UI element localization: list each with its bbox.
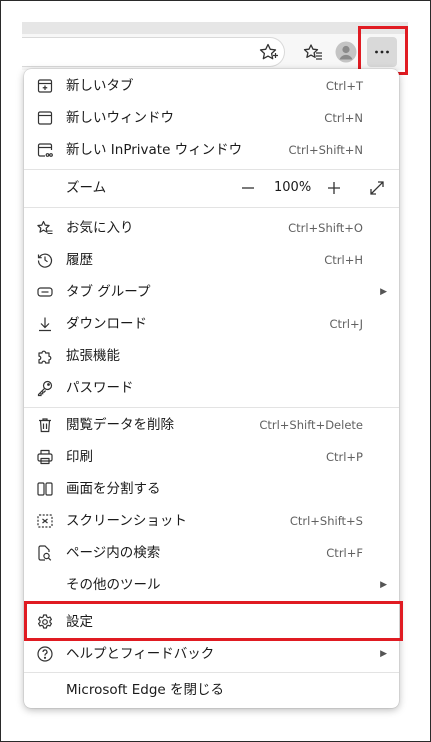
split-screen-label: 画面を分割する xyxy=(66,481,161,497)
find-on-page-shortcut: Ctrl+F xyxy=(326,546,363,560)
help-question-icon xyxy=(36,645,54,663)
extensions-puzzle-icon xyxy=(36,347,54,365)
new-inprivate-label: 新しい InPrivate ウィンドウ xyxy=(66,142,243,158)
new-window-icon xyxy=(36,109,54,127)
downloads-label: ダウンロード xyxy=(66,316,147,332)
menu-item-tab-groups[interactable]: タブ グループ ▶ xyxy=(24,276,399,308)
menu-divider xyxy=(24,602,399,603)
settings-and-more-menu: 新しいタブ Ctrl+T 新しいウィンドウ Ctrl+N 新しい InPriva… xyxy=(24,69,399,708)
zoom-label: ズーム xyxy=(66,180,107,196)
favorites-star-icon xyxy=(36,219,54,237)
menu-item-downloads[interactable]: ダウンロード Ctrl+J xyxy=(24,308,399,340)
screenshot-label: スクリーンショット xyxy=(66,513,187,529)
menu-item-split-screen[interactable]: 画面を分割する xyxy=(24,473,399,505)
settings-label: 設定 xyxy=(66,614,93,630)
menu-item-screenshot[interactable]: スクリーンショット Ctrl+Shift+S xyxy=(24,505,399,537)
menu-item-clear-browsing-data[interactable]: 閲覧データを削除 Ctrl+Shift+Delete xyxy=(24,409,399,441)
menu-item-settings[interactable]: 設定 xyxy=(24,606,399,638)
new-tab-icon xyxy=(36,77,54,95)
menu-item-new-window[interactable]: 新しいウィンドウ Ctrl+N xyxy=(24,102,399,134)
submenu-arrow-icon: ▶ xyxy=(380,649,387,659)
screenshot-shortcut: Ctrl+Shift+S xyxy=(289,514,363,528)
find-on-page-label: ページ内の検索 xyxy=(66,545,161,561)
profile-avatar-icon[interactable] xyxy=(334,40,358,64)
menu-item-more-tools[interactable]: その他のツール ▶ xyxy=(24,569,399,601)
extensions-label: 拡張機能 xyxy=(66,348,120,364)
history-label: 履歴 xyxy=(66,252,93,268)
download-icon xyxy=(36,315,54,333)
print-shortcut: Ctrl+P xyxy=(325,450,363,464)
submenu-arrow-icon: ▶ xyxy=(380,580,387,590)
zoom-in-button[interactable] xyxy=(324,178,344,198)
more-tools-label: その他のツール xyxy=(66,577,161,593)
trash-icon xyxy=(36,416,54,434)
menu-item-passwords[interactable]: パスワード xyxy=(24,372,399,404)
new-tab-label: 新しいタブ xyxy=(66,78,134,94)
printer-icon xyxy=(36,448,54,466)
menu-divider xyxy=(24,207,399,208)
more-horizontal-icon xyxy=(375,50,389,54)
tab-groups-icon xyxy=(36,283,54,301)
split-screen-icon xyxy=(36,480,54,498)
menu-item-zoom: ズーム 100% xyxy=(24,169,399,207)
menu-item-history[interactable]: 履歴 Ctrl+H xyxy=(24,244,399,276)
new-window-shortcut: Ctrl+N xyxy=(324,111,363,125)
history-shortcut: Ctrl+H xyxy=(324,253,363,267)
clear-browsing-data-shortcut: Ctrl+Shift+Delete xyxy=(259,418,363,432)
new-tab-shortcut: Ctrl+T xyxy=(325,79,363,93)
print-label: 印刷 xyxy=(66,449,93,465)
menu-item-find-on-page[interactable]: ページ内の検索 Ctrl+F xyxy=(24,537,399,569)
favorites-label: お気に入り xyxy=(66,220,134,236)
menu-item-extensions[interactable]: 拡張機能 xyxy=(24,340,399,372)
menu-item-new-inprivate[interactable]: 新しい InPrivate ウィンドウ Ctrl+Shift+N xyxy=(24,134,399,166)
find-in-page-icon xyxy=(36,544,54,562)
menu-divider xyxy=(24,672,399,673)
tab-strip xyxy=(22,22,408,34)
menu-item-close-edge[interactable]: Microsoft Edge を閉じる xyxy=(24,674,399,706)
favorites-icon[interactable] xyxy=(301,40,325,64)
menu-item-print[interactable]: 印刷 Ctrl+P xyxy=(24,441,399,473)
passwords-label: パスワード xyxy=(66,380,134,396)
tab-groups-label: タブ グループ xyxy=(66,284,151,300)
clear-browsing-data-label: 閲覧データを削除 xyxy=(66,417,174,433)
history-clock-icon xyxy=(36,251,54,269)
inprivate-window-icon xyxy=(36,141,54,159)
more-menu-button[interactable] xyxy=(367,37,397,67)
new-inprivate-shortcut: Ctrl+Shift+N xyxy=(288,143,363,157)
screenshot-capture-icon xyxy=(36,512,54,530)
close-edge-label: Microsoft Edge を閉じる xyxy=(66,682,224,698)
favorites-shortcut: Ctrl+Shift+O xyxy=(288,221,363,235)
zoom-level: 100% xyxy=(274,180,312,195)
add-favorite-star-icon[interactable] xyxy=(256,40,280,64)
menu-item-help-feedback[interactable]: ヘルプとフィードバック ▶ xyxy=(24,638,399,670)
menu-item-new-tab[interactable]: 新しいタブ Ctrl+T xyxy=(24,70,399,102)
gear-icon xyxy=(36,613,54,631)
downloads-shortcut: Ctrl+J xyxy=(329,317,364,331)
new-window-label: 新しいウィンドウ xyxy=(66,110,174,126)
menu-divider xyxy=(24,407,399,408)
help-feedback-label: ヘルプとフィードバック xyxy=(66,646,215,662)
fullscreen-expand-icon[interactable] xyxy=(367,178,387,198)
submenu-arrow-icon: ▶ xyxy=(380,287,387,297)
zoom-out-button[interactable] xyxy=(238,178,258,198)
menu-item-favorites[interactable]: お気に入り Ctrl+Shift+O xyxy=(24,212,399,244)
address-bar[interactable] xyxy=(22,37,285,67)
key-icon xyxy=(36,379,54,397)
